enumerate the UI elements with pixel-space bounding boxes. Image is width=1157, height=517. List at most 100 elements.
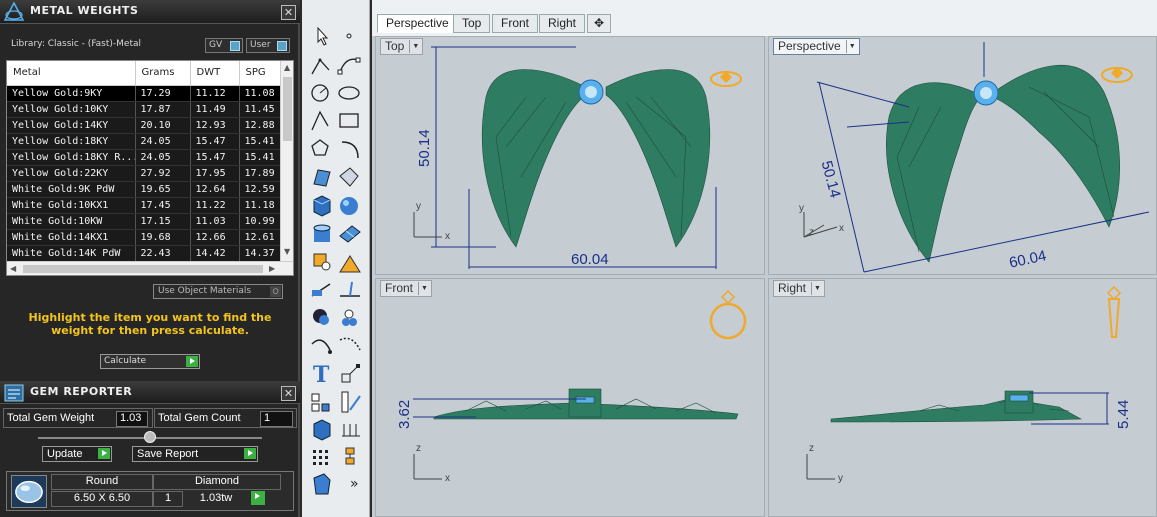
close-metal-weights-button[interactable]: ✕ <box>281 5 296 20</box>
column-header-grams[interactable]: Grams <box>135 61 191 86</box>
user-toggle[interactable]: User <box>246 38 290 53</box>
cell-dwt: 11.22 <box>190 197 240 214</box>
table-row[interactable]: Yellow Gold:18KY 24.05 15.47 15.41 <box>7 133 283 150</box>
table-row[interactable]: White Gold:14K PdW 22.43 14.42 14.37 <box>7 245 283 262</box>
save-report-button[interactable]: Save Report <box>132 446 258 462</box>
boolean-icon[interactable] <box>339 255 361 273</box>
gv-toggle[interactable]: GV <box>205 38 243 53</box>
scale-icon[interactable] <box>341 364 360 383</box>
cube-icon[interactable] <box>313 419 331 441</box>
tab-right[interactable]: Right <box>539 14 586 33</box>
top-view-canvas <box>413 46 742 269</box>
polygon-icon[interactable] <box>311 139 329 156</box>
viewport-top[interactable]: 50.14 60.04 y x Top ▼ <box>375 36 765 275</box>
table-row[interactable]: White Gold:14KX1 19.68 12.66 12.61 <box>7 229 283 246</box>
table-horizontal-scrollbar[interactable]: ◀ ▶ <box>7 261 293 275</box>
cell-spg: 15.41 <box>239 133 283 150</box>
cell-spg: 12.61 <box>239 229 283 246</box>
center-gem-setting <box>578 79 604 105</box>
viewport-right-label-text: Right <box>778 281 807 295</box>
trim-icon[interactable] <box>340 281 360 297</box>
polyline-icon[interactable] <box>311 58 330 75</box>
update-button[interactable]: Update <box>42 446 112 462</box>
add-tab-button[interactable]: ✥ <box>587 14 612 33</box>
cell-spg: 15.41 <box>239 149 283 166</box>
box-solid-icon[interactable] <box>313 195 331 217</box>
top-axis-y-label: y <box>416 201 421 212</box>
table-row[interactable]: White Gold:10KX1 17.45 11.22 11.18 <box>7 197 283 214</box>
more-tools-button[interactable]: » <box>350 476 359 492</box>
scroll-thumb[interactable] <box>283 77 292 141</box>
calculate-button[interactable]: Calculate <box>100 354 200 369</box>
close-gem-reporter-button[interactable]: ✕ <box>281 386 296 401</box>
scroll-left-icon[interactable]: ◀ <box>10 264 16 273</box>
table-row[interactable]: Yellow Gold:9KY 17.29 11.12 11.08 <box>7 85 283 102</box>
slider-knob[interactable] <box>144 431 156 443</box>
measure-icon[interactable] <box>341 391 361 413</box>
use-object-materials-dropdown[interactable]: Use Object Materials ○ <box>153 284 283 299</box>
surface-icon[interactable] <box>313 169 331 187</box>
ellipse-icon[interactable] <box>338 86 360 100</box>
gem-list[interactable]: Round 6.50 X 6.50 Diamond 1 1.03tw <box>6 471 294 511</box>
metal-table[interactable]: Metal Grams DWT SPG Yellow Gold:9KY 17.29… <box>6 60 294 276</box>
history-icon[interactable] <box>345 447 355 465</box>
column-header-spg[interactable]: SPG <box>239 61 283 86</box>
total-count-value: 1 <box>260 411 293 427</box>
dimension-icon[interactable] <box>339 337 361 351</box>
gem-reporter-header[interactable]: GEM REPORTER ✕ <box>0 381 300 404</box>
table-row[interactable]: Yellow Gold:22KY 27.92 17.95 17.89 <box>7 165 283 182</box>
point-icon[interactable] <box>346 33 352 39</box>
arc-icon[interactable] <box>311 110 329 131</box>
scroll-thumb[interactable] <box>23 265 263 273</box>
table-vertical-scrollbar[interactable]: ▲ ▼ <box>280 61 293 261</box>
gem-count: 1 <box>164 492 172 504</box>
array-icon[interactable] <box>342 309 357 326</box>
text-icon[interactable]: T <box>313 362 330 388</box>
viewport-perspective[interactable]: 50.14 60.04 y z x Perspective ▼ <box>768 36 1157 275</box>
group-icon[interactable] <box>313 309 329 325</box>
viewport-front-label[interactable]: Front ▼ <box>380 280 433 297</box>
tab-top[interactable]: Top <box>453 14 491 33</box>
circle-icon[interactable] <box>311 84 329 102</box>
grid-icon[interactable] <box>313 450 328 465</box>
viewport-right-label[interactable]: Right ▼ <box>773 280 826 297</box>
rotate-icon[interactable] <box>311 339 332 354</box>
table-row[interactable]: Yellow Gold:14KY 20.10 12.93 12.88 <box>7 117 283 134</box>
cell-metal: White Gold:14K PdW <box>7 245 136 262</box>
curve-icon[interactable] <box>337 57 361 75</box>
viewport-right[interactable]: 5.44 z y Right ▼ <box>768 278 1157 517</box>
sphere-solid-icon[interactable] <box>340 197 358 215</box>
table-row[interactable]: Yellow Gold:18KY R... 24.05 15.47 15.41 <box>7 149 283 166</box>
render-icon[interactable] <box>313 473 331 495</box>
cylinder-icon[interactable] <box>313 224 331 242</box>
layout-icon[interactable] <box>311 393 330 412</box>
scroll-up-icon[interactable]: ▲ <box>284 63 290 72</box>
play-arrow-icon[interactable] <box>251 491 265 505</box>
column-header-dwt[interactable]: DWT <box>190 61 240 86</box>
cell-dwt: 11.12 <box>190 85 240 102</box>
table-row[interactable]: White Gold:9K PdW 19.65 12.64 12.59 <box>7 181 283 198</box>
metal-weights-header[interactable]: METAL WEIGHTS ✕ <box>0 0 300 24</box>
select-arrow-icon[interactable] <box>317 26 329 46</box>
sweep-icon[interactable] <box>339 167 359 187</box>
column-header-metal[interactable]: Metal <box>7 61 136 86</box>
viewport-top-label[interactable]: Top ▼ <box>380 38 424 55</box>
mesh-icon[interactable] <box>339 225 361 243</box>
scroll-right-icon[interactable]: ▶ <box>269 264 275 273</box>
tab-perspective[interactable]: Perspective <box>377 14 458 33</box>
rectangle-icon[interactable] <box>339 113 359 128</box>
split-icon[interactable] <box>311 283 331 297</box>
viewport-perspective-label[interactable]: Perspective ▼ <box>773 38 860 55</box>
tab-front[interactable]: Front <box>492 14 539 33</box>
analysis-icon[interactable] <box>340 420 360 438</box>
scroll-down-icon[interactable]: ▼ <box>284 247 290 256</box>
cell-grams: 24.05 <box>135 149 191 166</box>
library-label: Library: Classic - (Fast)-Metal <box>11 39 142 49</box>
fillet-icon[interactable] <box>341 141 359 159</box>
center-gem-setting <box>973 80 999 106</box>
viewport-front[interactable]: 3.62 z x Front ▼ <box>375 278 765 517</box>
table-row[interactable]: Yellow Gold:10KY 17.87 11.49 11.45 <box>7 101 283 118</box>
transform-icon[interactable] <box>313 253 331 271</box>
cell-metal: Yellow Gold:18KY R... <box>7 149 136 166</box>
table-row[interactable]: White Gold:10KW 17.15 11.03 10.99 <box>7 213 283 230</box>
